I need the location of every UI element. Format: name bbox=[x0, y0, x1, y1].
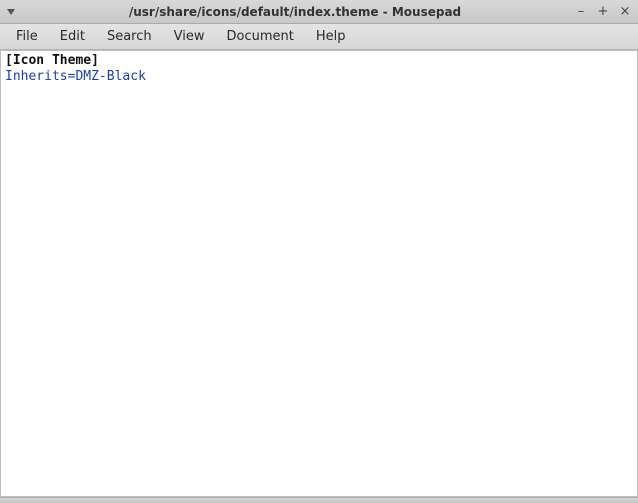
editor-container: [Icon Theme] Inherits=DMZ-Black bbox=[0, 50, 638, 497]
window-title: /usr/share/icons/default/index.theme - M… bbox=[16, 5, 574, 19]
statusbar bbox=[0, 497, 638, 503]
menu-view[interactable]: View bbox=[164, 26, 215, 47]
window-menu-icon[interactable] bbox=[6, 7, 16, 17]
text-editor[interactable]: [Icon Theme] Inherits=DMZ-Black bbox=[0, 50, 638, 497]
menu-edit[interactable]: Edit bbox=[50, 26, 95, 47]
minimize-button[interactable]: – bbox=[574, 5, 588, 19]
close-button[interactable]: × bbox=[618, 5, 632, 19]
editor-line-key: Inherits bbox=[5, 69, 68, 84]
menu-document[interactable]: Document bbox=[216, 26, 303, 47]
menu-search[interactable]: Search bbox=[97, 26, 162, 47]
menubar: File Edit Search View Document Help bbox=[0, 24, 638, 50]
maximize-button[interactable]: + bbox=[596, 5, 610, 19]
editor-line-section: [Icon Theme] bbox=[5, 53, 99, 68]
titlebar: /usr/share/icons/default/index.theme - M… bbox=[0, 0, 638, 24]
menu-help[interactable]: Help bbox=[306, 26, 356, 47]
editor-line-value: DMZ-Black bbox=[75, 69, 145, 84]
menu-file[interactable]: File bbox=[6, 26, 48, 47]
